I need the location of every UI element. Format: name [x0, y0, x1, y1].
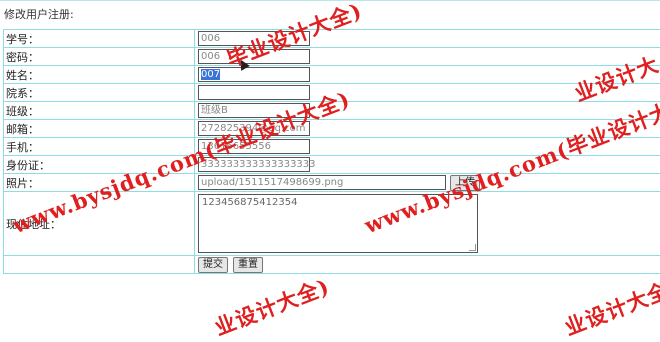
email-label: 邮箱：	[4, 120, 195, 138]
actions-label-empty	[4, 256, 195, 274]
address-label: 现住地址：	[4, 192, 195, 256]
password-input[interactable]: 006	[198, 49, 310, 64]
form-row-department: 院系：	[4, 84, 660, 102]
watermark-bottom-left: 业设计大全)	[210, 271, 334, 342]
phone-label: 手机：	[4, 138, 195, 156]
address-text: 123456875412354	[202, 197, 297, 208]
id-card-input[interactable]: 333333333333333333	[198, 157, 310, 172]
form-row-id-card: 身份证： 333333333333333333	[4, 156, 660, 174]
user-edit-form: 学号： 006 密码： 006 姓名： 007 院系： 班级： 班级B 邮箱： …	[3, 29, 660, 274]
name-input-selected-text: 007	[201, 69, 220, 80]
photo-upload-row: upload/1511517498699.png 上传	[197, 175, 658, 191]
form-row-actions: 提交 重置	[4, 256, 660, 274]
class-input[interactable]: 班级B	[198, 103, 310, 118]
department-input[interactable]	[198, 85, 310, 100]
reset-button[interactable]: 重置	[233, 257, 263, 273]
password-label: 密码：	[4, 48, 195, 66]
id-card-label: 身份证：	[4, 156, 195, 174]
name-label: 姓名：	[4, 66, 195, 84]
photo-path-input[interactable]: upload/1511517498699.png	[198, 175, 446, 190]
name-input[interactable]: 007	[198, 67, 310, 82]
student-id-label: 学号：	[4, 30, 195, 48]
form-row-student-id: 学号： 006	[4, 30, 660, 48]
upload-button[interactable]: 上传	[450, 175, 480, 191]
form-row-class: 班级： 班级B	[4, 102, 660, 120]
page-title: 修改用户注册:	[4, 6, 74, 22]
phone-input[interactable]: 13616655556	[198, 139, 310, 154]
class-label: 班级：	[4, 102, 195, 120]
form-row-photo: 照片： upload/1511517498699.png 上传	[4, 174, 660, 192]
form-row-phone: 手机： 13616655556	[4, 138, 660, 156]
form-row-password: 密码： 006	[4, 48, 660, 66]
submit-button[interactable]: 提交	[198, 257, 228, 273]
address-textarea[interactable]: 123456875412354	[198, 194, 478, 253]
form-row-email: 邮箱： 272825394@qq.com	[4, 120, 660, 138]
form-actions: 提交 重置	[197, 257, 658, 273]
top-rule	[0, 0, 660, 1]
photo-label: 照片：	[4, 174, 195, 192]
form-row-address: 现住地址： 123456875412354	[4, 192, 660, 256]
resize-grip-icon[interactable]	[469, 244, 476, 251]
email-input[interactable]: 272825394@qq.com	[198, 121, 310, 136]
department-label: 院系：	[4, 84, 195, 102]
student-id-input[interactable]: 006	[198, 31, 310, 46]
watermark-bottom-right: 业设计大全)	[560, 271, 660, 342]
form-row-name: 姓名： 007	[4, 66, 660, 84]
